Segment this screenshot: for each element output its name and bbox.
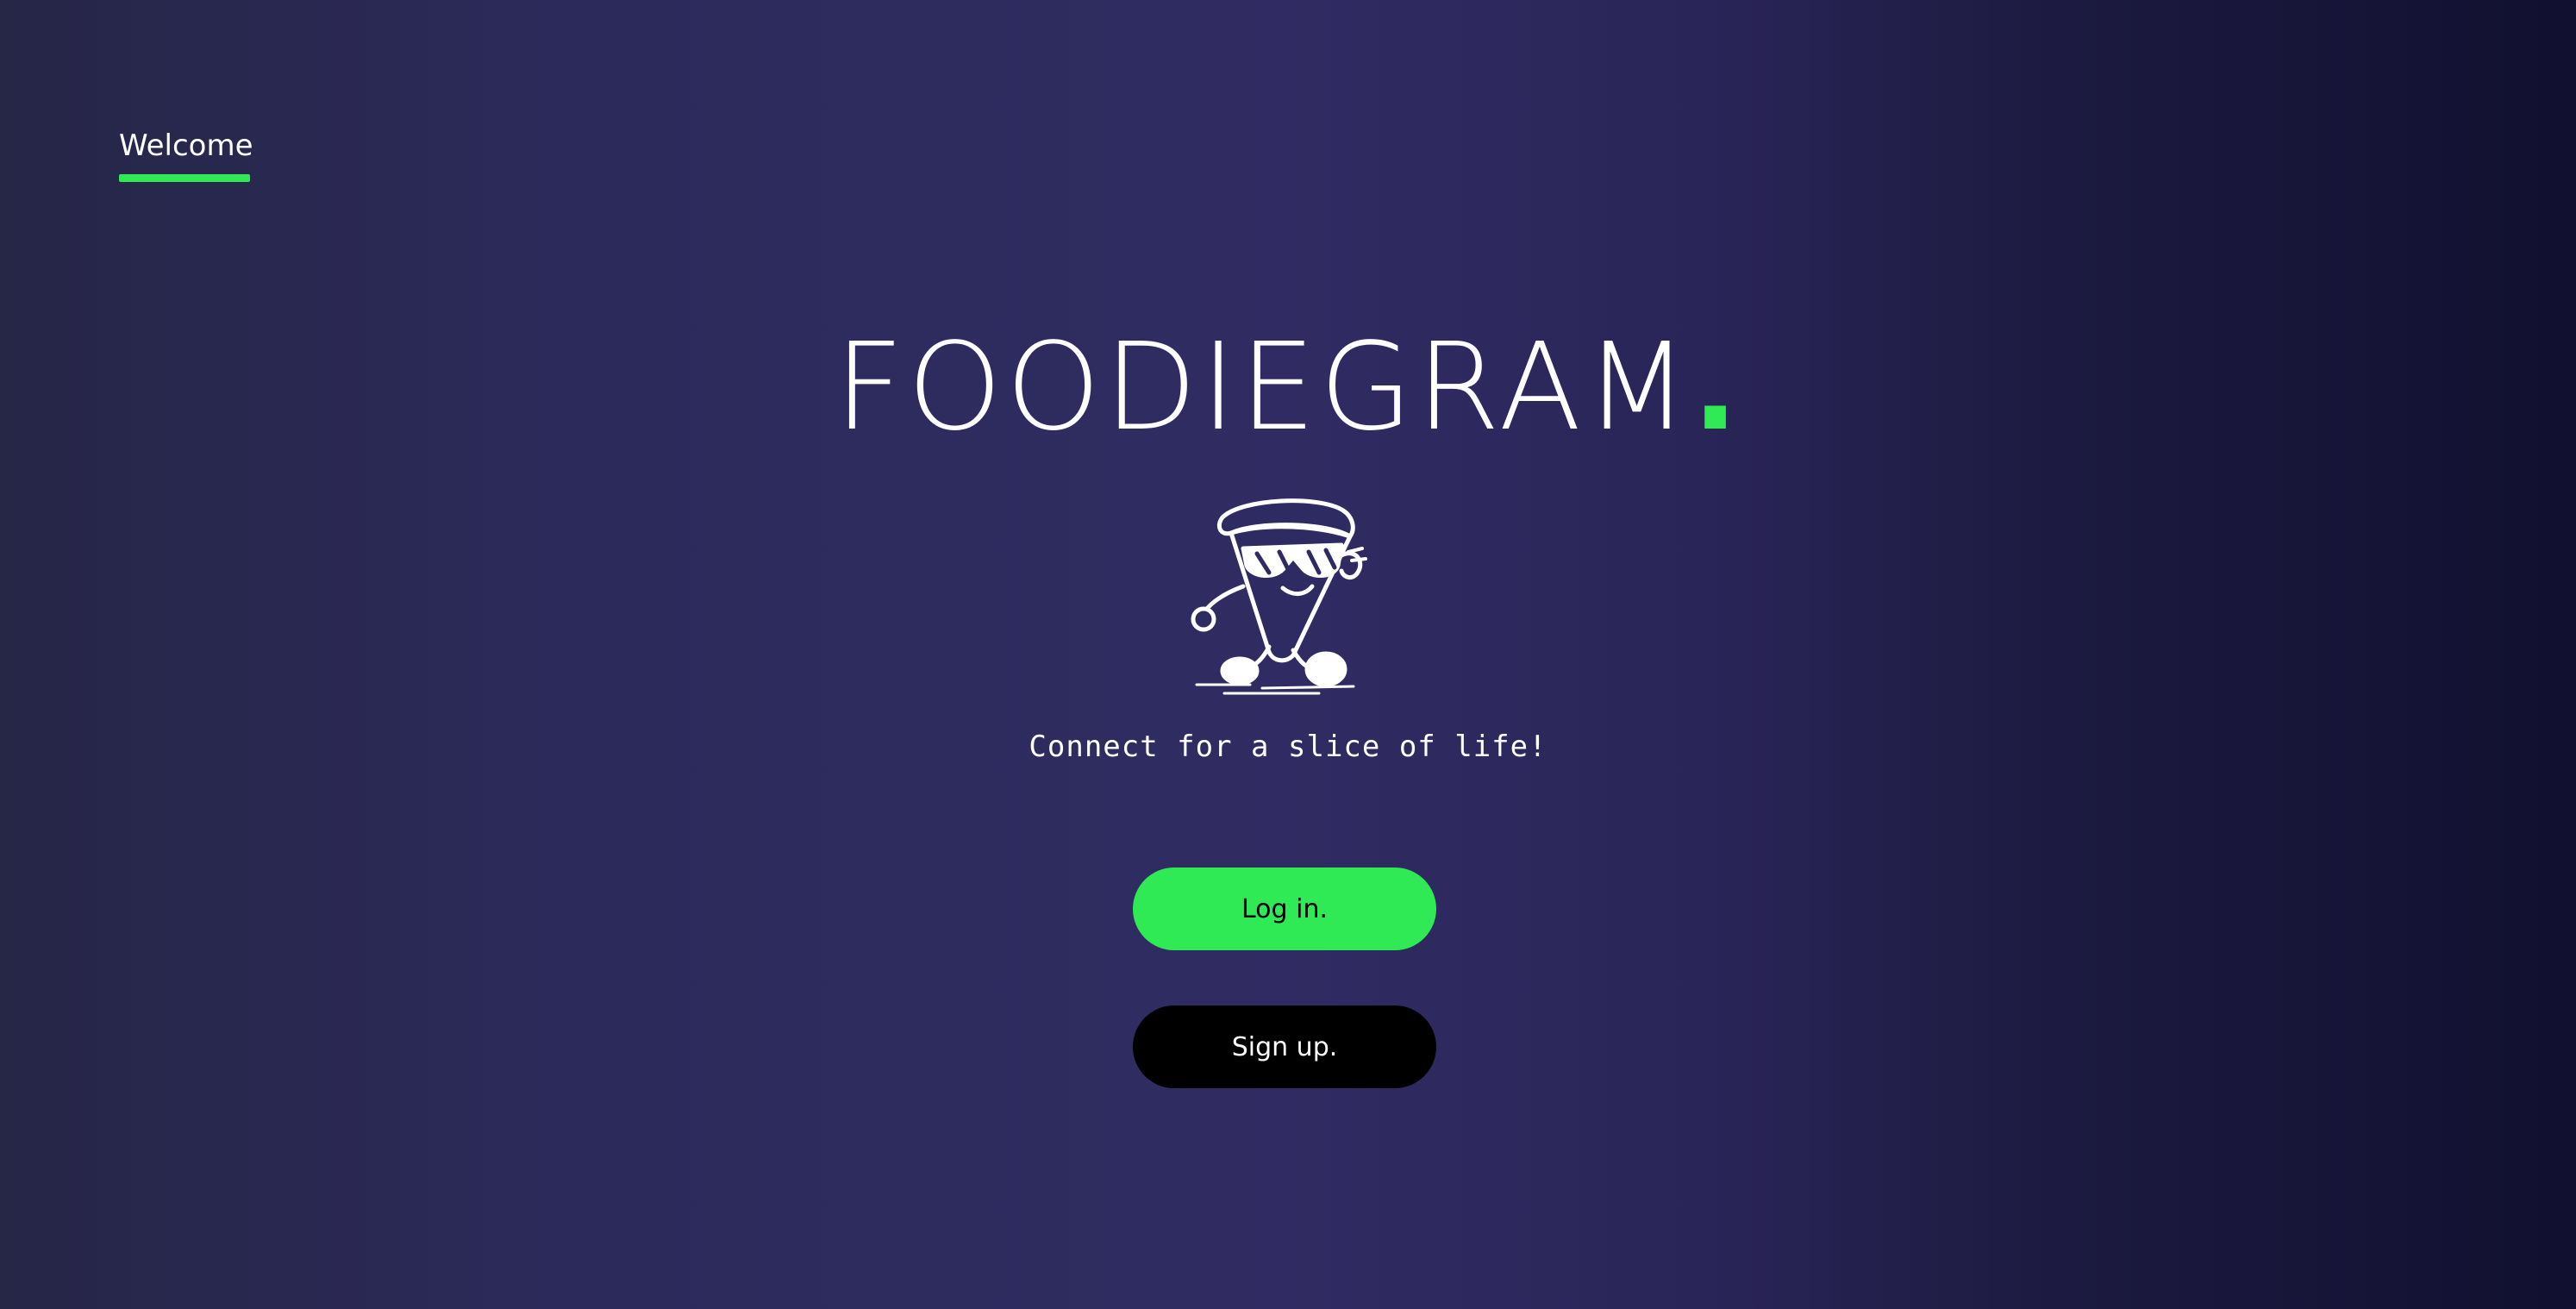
brand-name: FOODIEGRAM: [834, 317, 1692, 458]
tab-welcome[interactable]: Welcome: [119, 131, 253, 160]
brand-title: FOODIEGRAM.: [0, 328, 2576, 448]
brand-dot: .: [1691, 317, 1742, 458]
signup-button[interactable]: Sign up.: [1133, 1005, 1436, 1088]
pizza-slice-mascot-icon: [1191, 498, 1367, 695]
tagline: Connect for a slice of life!: [1029, 730, 1547, 764]
login-button[interactable]: Log in.: [1133, 867, 1436, 950]
tab-active-underline: [119, 174, 250, 182]
